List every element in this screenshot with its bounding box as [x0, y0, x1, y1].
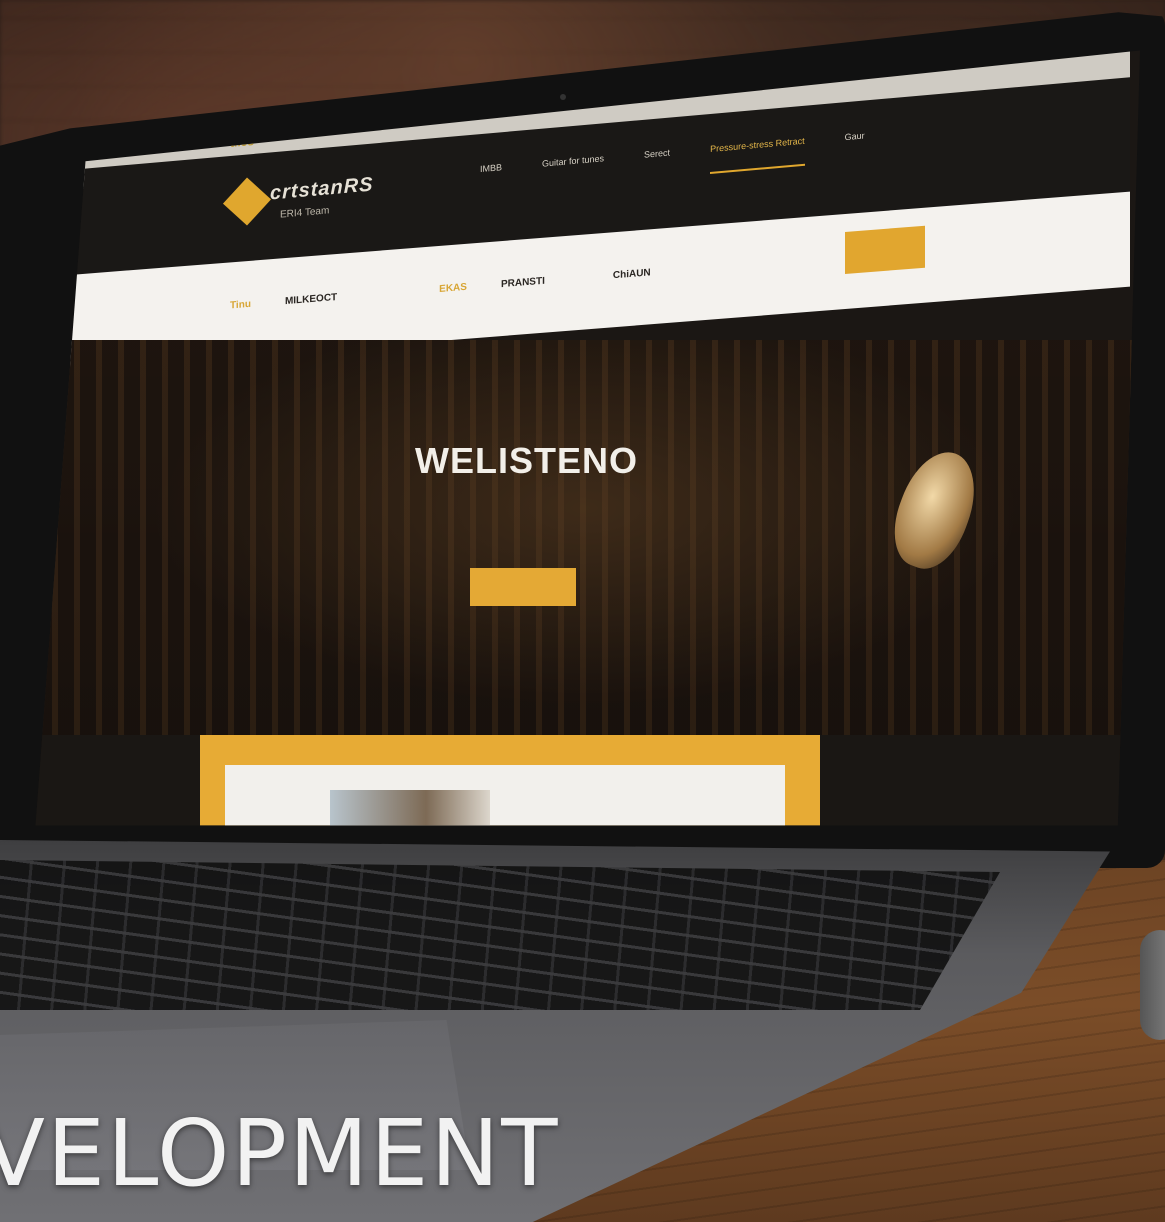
nav-item[interactable]: Serect [644, 148, 670, 180]
nav-item[interactable]: IMBB [480, 162, 502, 194]
caption-text: VELOPMENT [0, 1100, 560, 1207]
hero-title: WELISTENO [415, 440, 638, 481]
logo-subtitle: ERI4 Team [280, 205, 330, 221]
category-item[interactable]: MILKEOCT [285, 292, 337, 307]
logo-icon [222, 177, 272, 226]
mug [1140, 930, 1165, 1040]
nav-item[interactable]: Gaur [845, 130, 865, 162]
nav-item-active[interactable]: Pressure-stress Retract [710, 135, 805, 175]
primary-nav: IMBB Guitar for tunes Serect Pressure-st… [480, 130, 865, 194]
site-logo[interactable]: сrtstаnRS [270, 173, 373, 205]
hero-section: WELISTENO [35, 340, 1140, 760]
webcam [560, 94, 566, 100]
nav-item[interactable]: Guitar for tunes [542, 153, 604, 188]
category-nav-items: Tinu MILKEOCT EKAS PRANSTI ChiAUN [230, 267, 651, 311]
header-cta-button[interactable] [845, 225, 925, 275]
category-item[interactable]: Tinu [230, 299, 251, 312]
hero-overlay [35, 340, 1140, 760]
category-item[interactable]: PRANSTI [501, 276, 545, 290]
category-item[interactable]: ChiAUN [613, 267, 651, 281]
secondary-nav [420, 202, 620, 219]
laptop-screen: tiles сrtstаnRS ERI4 Team IMBB Guitar fo… [35, 50, 1140, 826]
hero-cta-button[interactable] [470, 568, 576, 606]
category-item[interactable]: EKAS [439, 282, 467, 295]
laptop-keyboard [0, 860, 1000, 1010]
